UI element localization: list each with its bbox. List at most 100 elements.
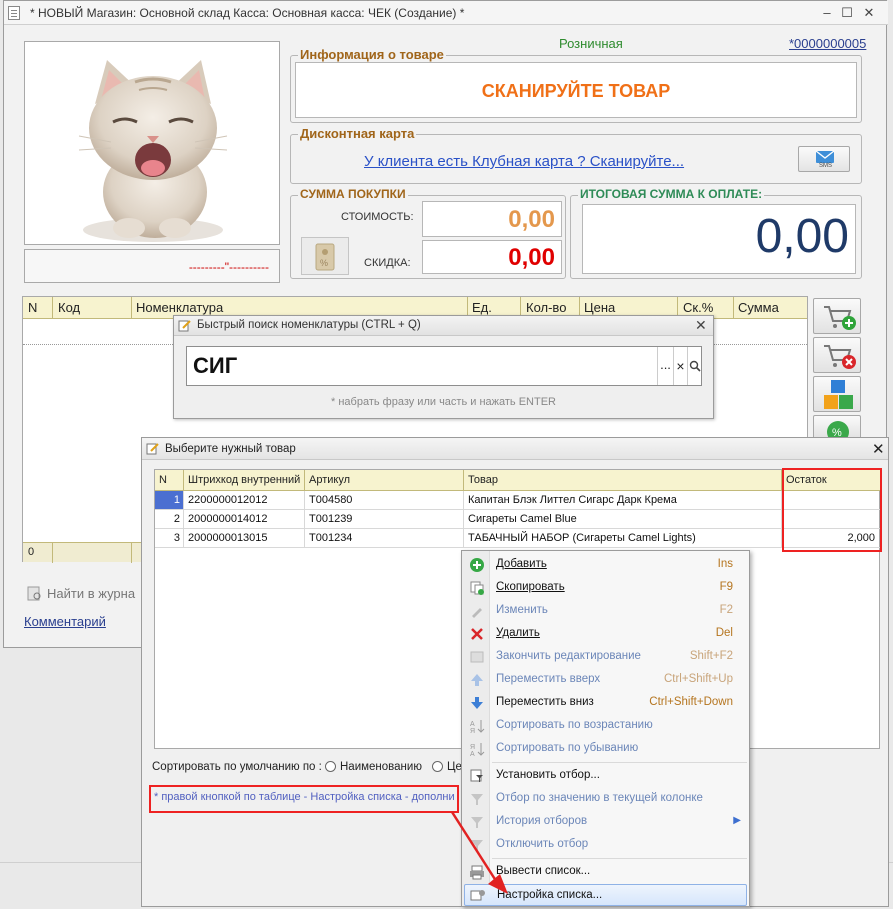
quick-search-input[interactable] (187, 347, 657, 385)
menu-item-output-list[interactable]: Вывести список... (464, 861, 747, 883)
sms-label: SMS (819, 163, 833, 169)
row-2-n[interactable]: 2 (155, 510, 184, 529)
row-3-article[interactable]: Т001234 (305, 529, 464, 548)
delete-x-icon (469, 626, 485, 642)
cart-remove-icon (824, 345, 856, 369)
menu-item-copy[interactable]: Скопировать F9 (464, 577, 747, 599)
quick-search-title: Быстрый поиск номенклатуры (CTRL + Q) (197, 319, 421, 331)
arrow-down-icon (469, 695, 485, 711)
menu-item-filter-by-value[interactable]: Отбор по значению в текущей колонке (464, 788, 747, 810)
menu-item-move-down[interactable]: Переместить вниз Ctrl+Shift+Down (464, 692, 747, 714)
col-barcode[interactable]: Штрихкод внутренний (184, 470, 305, 491)
sort-by-name-radio[interactable] (325, 761, 336, 772)
kitten-image (25, 42, 279, 244)
row-2-barcode[interactable]: 2000000014012 (184, 510, 305, 529)
printer-icon (469, 864, 485, 880)
row-1-product[interactable]: Капитан Блэк Литтел Сигарс Дарк Крема (464, 491, 782, 510)
discount-button[interactable]: % (301, 237, 349, 275)
context-menu: Добавить Ins Скопировать F9 Изменить F2 … (461, 550, 750, 907)
col-discount-pct[interactable]: Ск.% (683, 300, 713, 315)
product-photo (24, 41, 280, 245)
total-value-box: 0,00 (582, 204, 856, 274)
add-to-cart-button[interactable] (813, 298, 861, 334)
select-product-titlebar: Выберите нужный товар ✕ (142, 438, 888, 460)
discount-card-title: Дисконтная карта (298, 126, 417, 141)
journal-search-icon (27, 586, 43, 602)
row-1-article[interactable]: Т004580 (305, 491, 464, 510)
menu-item-set-filter[interactable]: Установить отбор... (464, 765, 747, 787)
filter-value-icon (469, 791, 485, 807)
col-nomenclature[interactable]: Номенклатура (136, 300, 223, 315)
menu-item-move-up[interactable]: Переместить вверх Ctrl+Shift+Up (464, 669, 747, 691)
select-ellipsis-button[interactable]: ... (657, 347, 673, 385)
select-product-title: Выберите нужный товар (165, 443, 296, 455)
row-2-product[interactable]: Сигареты Camel Blue (464, 510, 782, 529)
maximize-icon[interactable]: ☐ (839, 5, 855, 21)
minimize-icon[interactable]: – (819, 5, 835, 21)
menu-item-list-settings[interactable]: Настройка списка... (464, 884, 747, 906)
clear-field-button[interactable]: × (673, 347, 687, 385)
total-value: 0,00 (755, 210, 849, 263)
row-3-n[interactable]: 3 (155, 529, 184, 548)
menu-item-sort-desc[interactable]: ЯA Сортировать по убыванию (464, 738, 747, 760)
menu-item-filter-history[interactable]: История отборов ▶ (464, 811, 747, 833)
col-n[interactable]: N (155, 470, 184, 491)
find-in-journal-link[interactable]: Найти в журна (47, 586, 135, 601)
close-icon[interactable]: ✕ (861, 5, 877, 21)
col-n[interactable]: N (28, 300, 37, 315)
menu-item-edit[interactable]: Изменить F2 (464, 600, 747, 622)
col-sum[interactable]: Сумма (738, 300, 779, 315)
svg-text:%: % (320, 258, 328, 268)
row-3-product[interactable]: ТАБАЧНЫЙ НАБОР (Сигареты Camel Lights) (464, 529, 782, 548)
menu-item-add[interactable]: Добавить Ins (464, 554, 747, 576)
svg-text:Я: Я (470, 728, 475, 734)
blocks-icon (824, 380, 853, 409)
row-1-barcode[interactable]: 2200000012012 (184, 491, 305, 510)
club-card-link[interactable]: У клиента есть Клубная карта ? Сканируйт… (364, 153, 684, 170)
percent-discount-button[interactable]: % (813, 415, 861, 443)
menu-item-disable-filter[interactable]: Отключить отбор (464, 834, 747, 856)
col-qty[interactable]: Кол-во (526, 300, 566, 315)
blocks-button[interactable] (813, 376, 861, 412)
price-type-label: Розничная (559, 36, 623, 51)
plus-circle-icon (469, 557, 485, 573)
footer-hint: * правой кнопкой по таблице - Настройка … (154, 791, 455, 803)
quick-search-window: Быстрый поиск номенклатуры (CTRL + Q) ✕ … (173, 315, 714, 419)
sort-by-name-label[interactable]: Наименованию (340, 761, 422, 773)
sort-by-price-radio[interactable] (432, 761, 443, 772)
sms-envelope-icon (815, 150, 835, 163)
col-unit[interactable]: Ед. (472, 300, 492, 315)
check-number-link[interactable]: *0000000005 (789, 36, 866, 51)
title-bar: * НОВЫЙ Магазин: Основной склад Касса: О… (4, 1, 888, 25)
col-price[interactable]: Цена (584, 300, 615, 315)
menu-item-delete[interactable]: Удалить Del (464, 623, 747, 645)
quick-search-field[interactable]: ... × (186, 346, 702, 386)
remove-from-cart-button[interactable] (813, 337, 861, 373)
col-code[interactable]: Код (58, 300, 80, 315)
product-info-title: Информация о товаре (298, 47, 446, 62)
svg-text:A: A (470, 751, 475, 757)
col-product[interactable]: Товар (464, 470, 782, 491)
svg-text:Я: Я (470, 744, 475, 751)
comment-link[interactable]: Комментарий (24, 614, 106, 629)
row-1-n[interactable]: 1 (155, 491, 184, 510)
select-product-close-icon[interactable]: ✕ (872, 440, 885, 458)
photo-caption: ---------"---------- (24, 249, 280, 283)
quick-search-titlebar: Быстрый поиск номенклатуры (CTRL + Q) ✕ (174, 316, 713, 336)
menu-item-end-edit[interactable]: Закончить редактирование Shift+F2 (464, 646, 747, 668)
discount-label: СКИДКА: (364, 257, 411, 269)
discount-tag-icon: % (315, 243, 335, 271)
search-button[interactable] (687, 347, 701, 385)
end-edit-icon (469, 649, 485, 665)
menu-item-sort-asc[interactable]: AЯ Сортировать по возрастанию (464, 715, 747, 737)
row-3-barcode[interactable]: 2000000013015 (184, 529, 305, 548)
stock-column-highlight (782, 468, 882, 552)
sms-button[interactable]: SMS (798, 146, 850, 172)
row-2-article[interactable]: Т001239 (305, 510, 464, 529)
col-article[interactable]: Артикул (305, 470, 464, 491)
quick-search-close-icon[interactable]: ✕ (695, 317, 707, 334)
cart-add-icon (824, 306, 856, 330)
discount-value: 0,00 (422, 240, 562, 274)
photo-caption-text: ---------"---------- (188, 260, 269, 274)
search-icon (689, 360, 701, 372)
